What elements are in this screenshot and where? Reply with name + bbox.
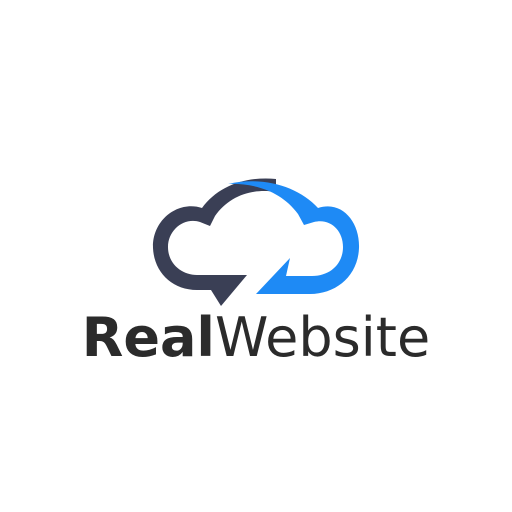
brand-wordmark: RealWebsite bbox=[0, 303, 512, 373]
cloud-sync-icon bbox=[152, 178, 360, 306]
cloud-blue-half-icon bbox=[228, 181, 360, 294]
wordmark-light-part: Website bbox=[214, 306, 431, 369]
wordmark-bold-part: Real bbox=[81, 306, 215, 369]
cloud-dark-half-icon bbox=[152, 178, 276, 306]
logo-page: RealWebsite bbox=[0, 0, 512, 512]
